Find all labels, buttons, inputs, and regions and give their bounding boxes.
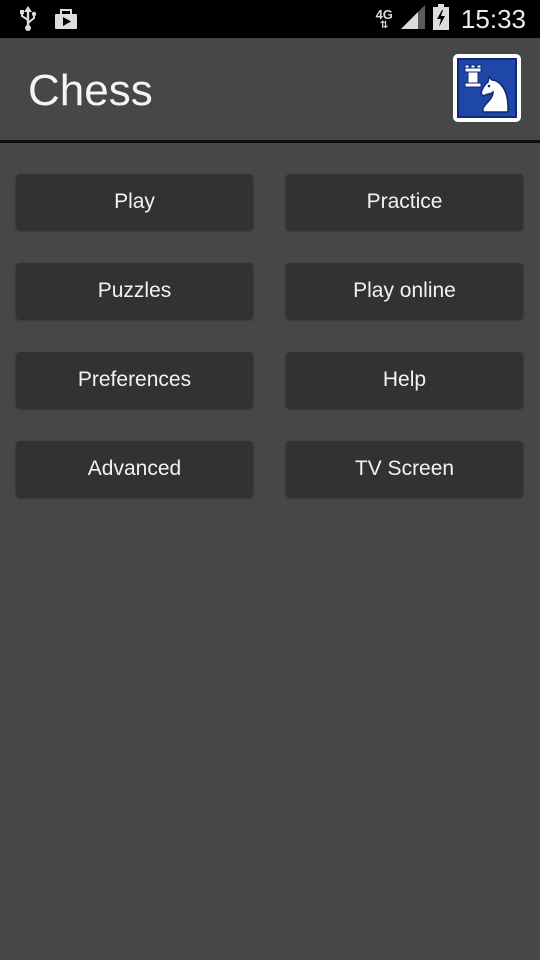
status-clock: 15:33	[460, 3, 526, 34]
status-notifications	[18, 6, 78, 37]
chess-logo-icon[interactable]	[453, 54, 521, 122]
status-system: 4G ⇅ 15:33	[376, 0, 526, 38]
practice-button[interactable]: Practice	[286, 174, 523, 230]
network-activity-icon: ⇅	[380, 19, 389, 31]
usb-icon	[18, 6, 38, 37]
action-bar-divider	[0, 140, 540, 143]
status-bar: 4G ⇅ 15:33	[0, 0, 540, 38]
app-title: Chess	[28, 66, 153, 115]
advanced-button[interactable]: Advanced	[16, 441, 253, 497]
play-online-button[interactable]: Play online	[286, 263, 523, 319]
network-type: 4G	[375, 6, 393, 22]
signal-icon	[400, 4, 425, 34]
play-button[interactable]: Play	[16, 174, 253, 230]
help-button[interactable]: Help	[286, 352, 523, 408]
logo-background	[457, 58, 517, 118]
tv-screen-button[interactable]: TV Screen	[286, 441, 523, 497]
media-notification-icon	[54, 8, 78, 35]
puzzles-button[interactable]: Puzzles	[16, 263, 253, 319]
preferences-button[interactable]: Preferences	[16, 352, 253, 408]
network-indicator: 4G ⇅	[376, 8, 393, 31]
action-bar: Chess	[0, 38, 540, 140]
battery-charging-icon	[432, 3, 449, 35]
